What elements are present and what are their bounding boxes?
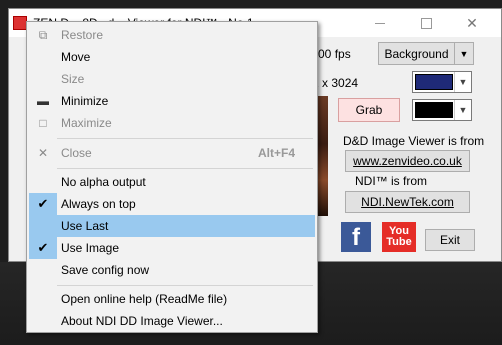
menu-item-about[interactable]: About NDI DD Image Viewer... [29, 310, 315, 332]
chevron-down-icon: ▼ [454, 100, 471, 120]
resolution-readout: 2 x 3024 [312, 76, 359, 90]
menu-shortcut: Alt+F4 [257, 146, 295, 160]
close-button[interactable]: ✕ [449, 9, 495, 37]
newtek-link-button[interactable]: NDI.NewTek.com [345, 191, 470, 213]
menu-item-restore[interactable]: ⧉ Restore [29, 24, 315, 46]
menu-item-size[interactable]: Size [29, 68, 315, 90]
menu-item-label: About NDI DD Image Viewer... [61, 314, 223, 328]
maximize-button[interactable] [403, 9, 449, 37]
menu-separator [57, 138, 313, 139]
menu-item-maximize[interactable]: □ Maximize [29, 112, 315, 134]
system-context-menu: ⧉ Restore Move Size ▬ Minimize □ Maximiz… [26, 21, 318, 333]
color-picker-2[interactable]: ▼ [412, 99, 472, 121]
background-dropdown[interactable]: Background ▼ [378, 42, 474, 65]
exit-button[interactable]: Exit [425, 229, 475, 251]
maximize-icon: □ [39, 116, 47, 130]
app-icon[interactable] [13, 16, 27, 30]
youtube-icon[interactable]: You Tube [382, 222, 416, 252]
menu-item-label: Restore [61, 28, 104, 42]
color-swatch-1 [415, 74, 453, 90]
menu-item-label: Close [61, 146, 92, 160]
zenvideo-link-button[interactable]: www.zenvideo.co.uk [345, 150, 470, 172]
menu-item-use-last[interactable]: Use Last [29, 215, 315, 237]
background-label: Background [384, 46, 449, 61]
menu-item-label: No alpha output [61, 175, 146, 189]
menu-item-label: Use Last [61, 219, 109, 233]
minimize-icon [375, 22, 385, 24]
checkmark-icon: ✔ [29, 193, 57, 215]
close-icon: ✕ [37, 146, 49, 160]
menu-item-always-on-top[interactable]: ✔ Always on top [29, 193, 315, 215]
menu-item-label: Use Image [61, 241, 120, 255]
minimize-icon: ▬ [37, 94, 49, 108]
facebook-icon[interactable]: f [341, 222, 371, 252]
menu-item-save-config[interactable]: Save config now [29, 259, 315, 281]
menu-item-label: Maximize [61, 116, 112, 130]
menu-item-label: Save config now [61, 263, 150, 277]
menu-separator [57, 285, 313, 286]
checkmark-icon: ✔ [29, 237, 57, 259]
grab-button[interactable]: Grab [338, 98, 400, 122]
youtube-text-2: Tube [386, 236, 412, 248]
menu-item-label: Minimize [61, 94, 109, 108]
menu-item-no-alpha-output[interactable]: No alpha output [29, 171, 315, 193]
menu-item-close[interactable]: ✕ Close Alt+F4 [29, 142, 315, 164]
menu-item-use-image[interactable]: ✔ Use Image [29, 237, 315, 259]
menu-item-label: Always on top [61, 197, 136, 211]
menu-item-label: Size [61, 72, 85, 86]
viewer-credit-label: D&D Image Viewer is from [343, 134, 485, 148]
chevron-down-icon: ▼ [454, 72, 471, 92]
menu-item-label: Move [61, 50, 91, 64]
menu-item-online-help[interactable]: Open online help (ReadMe file) [29, 288, 315, 310]
chevron-down-icon: ▼ [454, 43, 473, 64]
menu-item-move[interactable]: Move [29, 46, 315, 68]
menu-item-label: Open online help (ReadMe file) [61, 292, 228, 306]
restore-icon: ⧉ [38, 27, 48, 42]
menu-separator [57, 168, 313, 169]
maximize-icon [420, 17, 432, 29]
close-icon: ✕ [466, 14, 478, 31]
ndi-credit-label: NDI™ is from [355, 174, 427, 188]
minimize-button[interactable] [357, 9, 403, 37]
color-picker-1[interactable]: ▼ [412, 71, 472, 93]
color-swatch-2 [415, 102, 453, 118]
menu-item-minimize[interactable]: ▬ Minimize [29, 90, 315, 112]
